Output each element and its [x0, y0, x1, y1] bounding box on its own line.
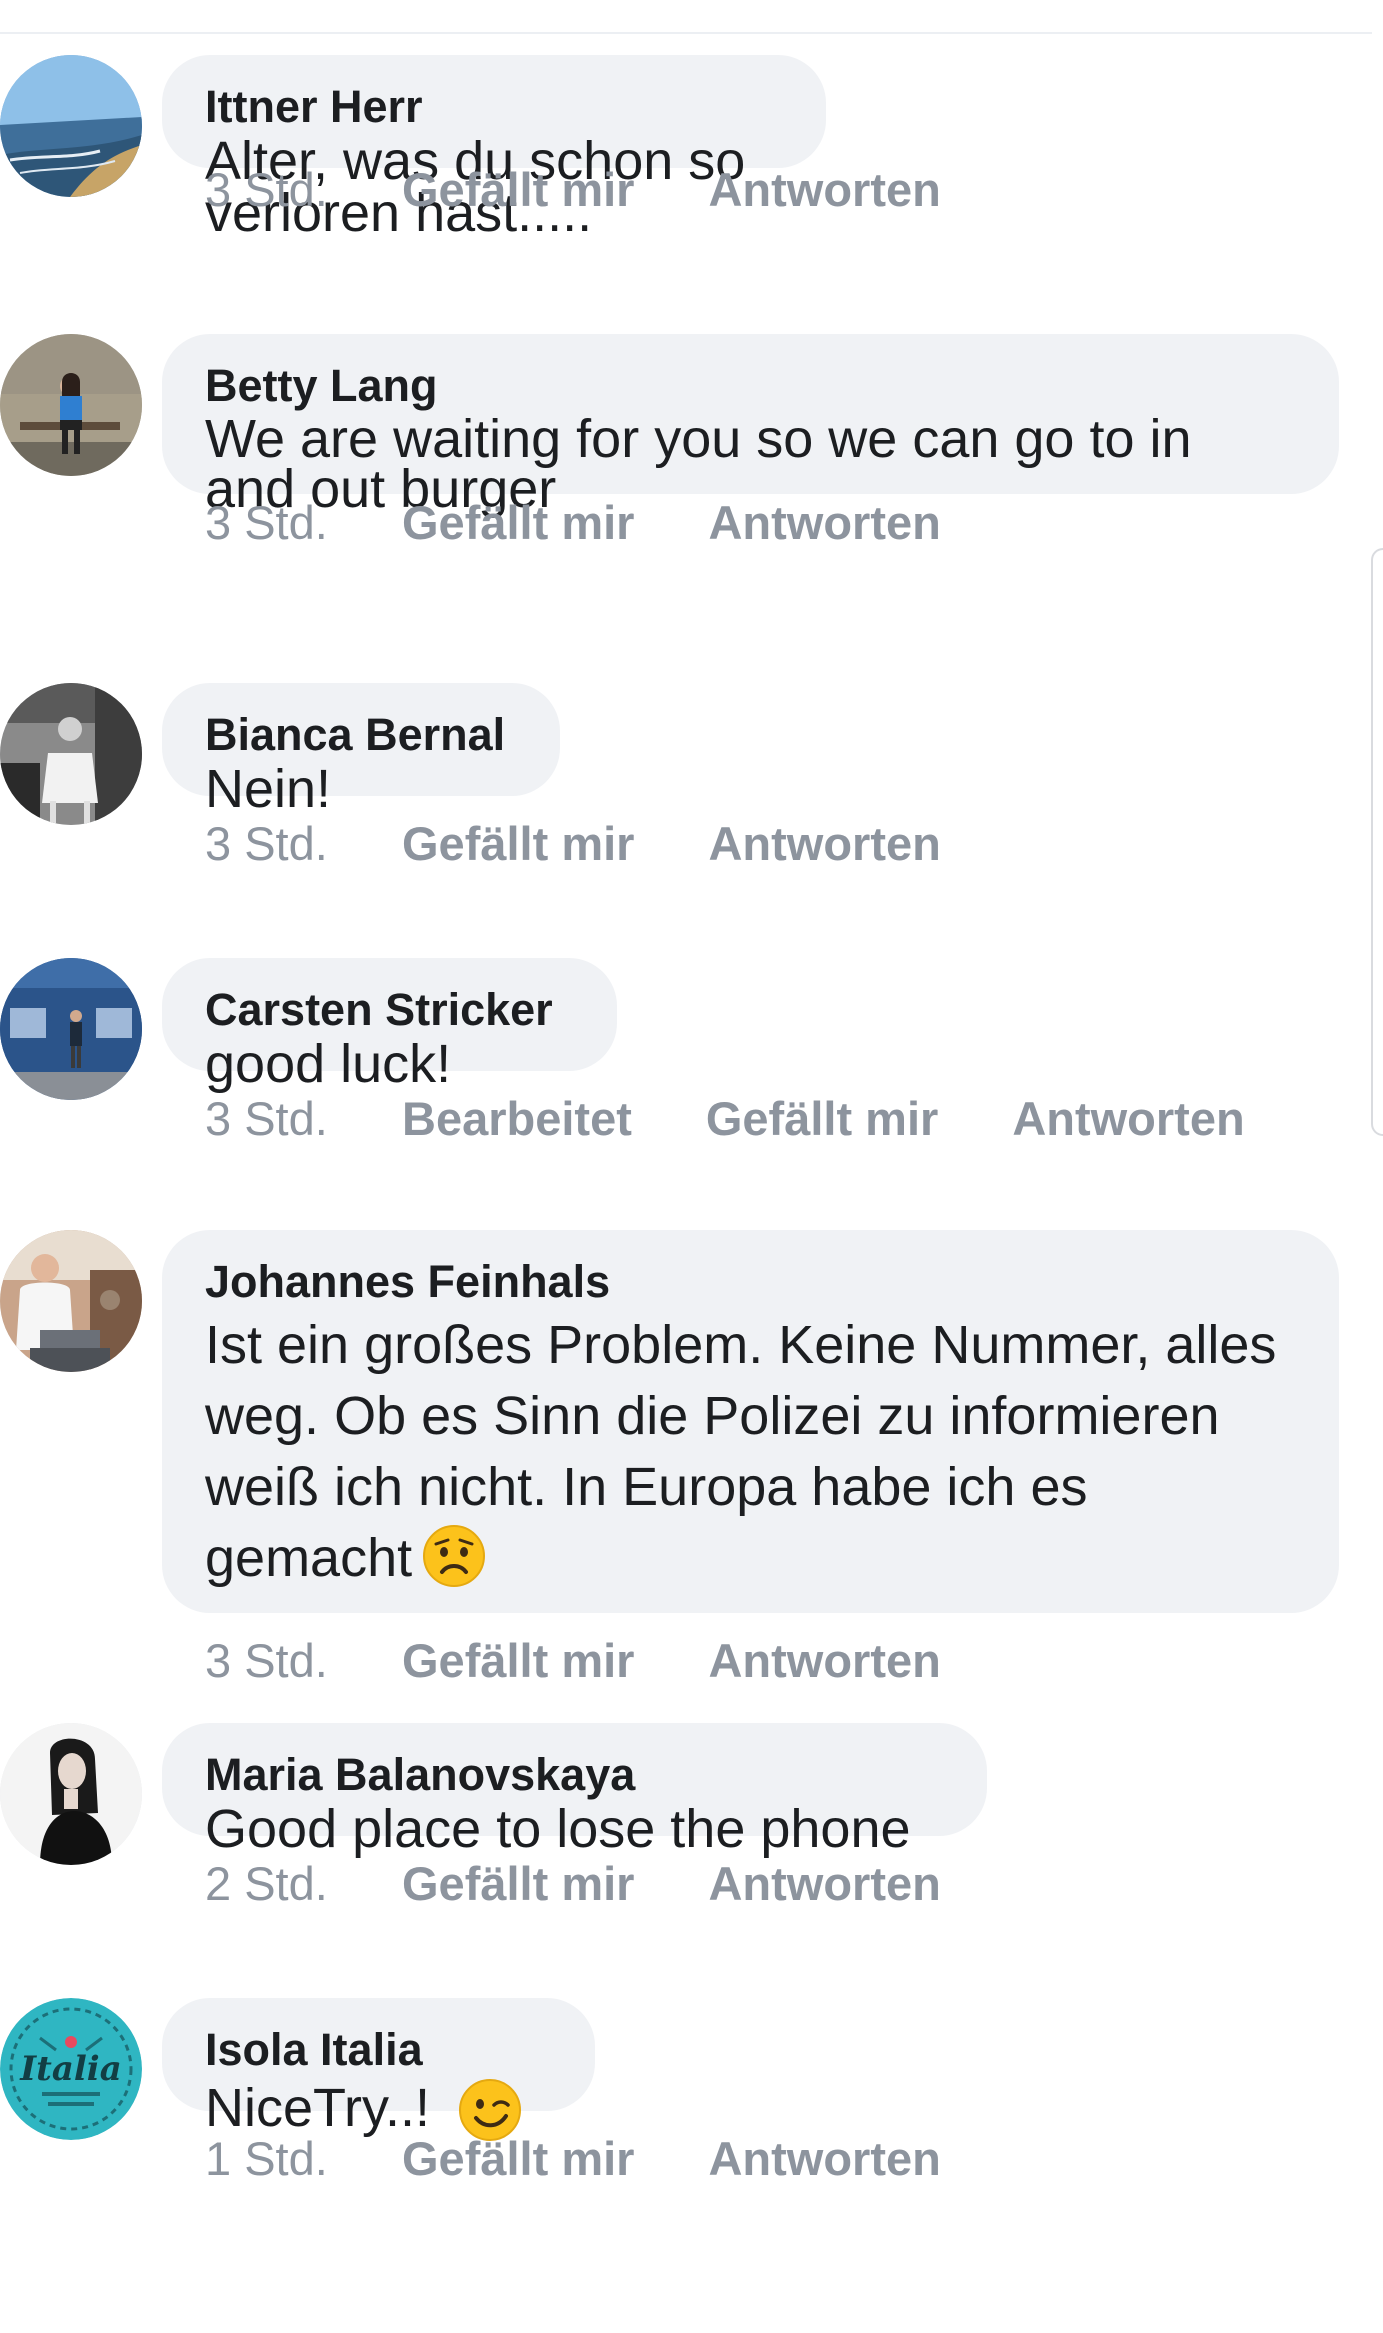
- logo-text: Italia: [19, 2049, 122, 2089]
- like-button[interactable]: Gefällt mir: [402, 1633, 634, 1688]
- comment-bubble: Carsten Stricker good luck!: [162, 958, 617, 1091]
- comment-time[interactable]: 3 Std.: [205, 162, 402, 217]
- chef-kitchen-avatar-image: [0, 1230, 142, 1372]
- avatar[interactable]: [0, 1723, 142, 1865]
- comment-author[interactable]: Ittner Herr: [205, 79, 783, 135]
- comment-text: Ist ein großes Problem. Keine Nummer, al…: [205, 1310, 1296, 1594]
- comment-bubble: Bianca Bernal Nein!: [162, 683, 560, 816]
- comment-actions: 3 Std. Gefällt mir Antworten: [205, 492, 1015, 552]
- like-button[interactable]: Gefällt mir: [402, 1856, 634, 1911]
- reply-button[interactable]: Antworten: [708, 1633, 940, 1688]
- woman-on-bench-avatar-image: [0, 334, 142, 476]
- reply-button[interactable]: Antworten: [708, 162, 940, 217]
- comment-author[interactable]: Johannes Feinhals: [205, 1254, 1296, 1310]
- beach-coast-avatar-image: [0, 55, 142, 197]
- avatar[interactable]: Italia: [0, 1998, 142, 2140]
- reply-button[interactable]: Antworten: [708, 816, 940, 871]
- comment-thread: Ittner Herr Alter, was du schon so verlo…: [0, 0, 1383, 2333]
- like-button[interactable]: Gefällt mir: [402, 495, 634, 550]
- comment-author[interactable]: Carsten Stricker: [205, 982, 574, 1038]
- comment-time[interactable]: 3 Std.: [205, 1091, 402, 1146]
- comment-time[interactable]: 3 Std.: [205, 495, 402, 550]
- comment-actions: 3 Std. Bearbeitet Gefällt mir Antworten: [205, 1088, 1319, 1148]
- comment-author[interactable]: Isola Italia: [205, 2022, 552, 2078]
- comment-bubble: Maria Balanovskaya Good place to lose th…: [162, 1723, 987, 1856]
- reply-button[interactable]: Antworten: [708, 1856, 940, 1911]
- comment-author[interactable]: Maria Balanovskaya: [205, 1747, 944, 1803]
- comment-text-content: Ist ein großes Problem. Keine Nummer, al…: [205, 1315, 1277, 1588]
- comment-text: Good place to lose the phone: [205, 1799, 911, 1859]
- blue-building-avatar-image: [0, 958, 142, 1100]
- comment-author[interactable]: Betty Lang: [205, 358, 1296, 414]
- avatar[interactable]: [0, 55, 142, 197]
- avatar[interactable]: [0, 1230, 142, 1372]
- comment-actions: 1 Std. Gefällt mir Antworten: [205, 2128, 1015, 2188]
- comment-actions: 2 Std. Gefällt mir Antworten: [205, 1853, 1015, 1913]
- comment-text: Nein!: [205, 759, 332, 819]
- like-button[interactable]: Gefällt mir: [402, 162, 634, 217]
- scrollbar[interactable]: [1371, 548, 1383, 1136]
- woman-portrait-avatar-image: [0, 1723, 142, 1865]
- comment-bubble: Ittner Herr Alter, was du schon so verlo…: [162, 55, 826, 240]
- reply-button[interactable]: Antworten: [1012, 1091, 1244, 1146]
- comment-time[interactable]: 3 Std.: [205, 816, 402, 871]
- comment-time[interactable]: 2 Std.: [205, 1856, 402, 1911]
- comment-author[interactable]: Bianca Bernal: [205, 707, 517, 763]
- comment-bubble: Isola Italia NiceTry..!: [162, 1998, 595, 2141]
- comment-bubble: Betty Lang We are waiting for you so we …: [162, 334, 1339, 516]
- isola-italia-logo-avatar-image: Italia: [0, 1998, 142, 2140]
- reply-button[interactable]: Antworten: [708, 2131, 940, 2186]
- comment-actions: 3 Std. Gefällt mir Antworten: [205, 159, 1015, 219]
- comment-actions: 3 Std. Gefällt mir Antworten: [205, 1630, 1015, 1690]
- black-white-photo-avatar-image: [0, 683, 142, 825]
- comment-actions: 3 Std. Gefällt mir Antworten: [205, 813, 1015, 873]
- top-divider: [0, 32, 1372, 34]
- comment-time[interactable]: 1 Std.: [205, 2131, 402, 2186]
- avatar[interactable]: [0, 683, 142, 825]
- reply-button[interactable]: Antworten: [708, 495, 940, 550]
- like-button[interactable]: Gefällt mir: [402, 816, 634, 871]
- like-button[interactable]: Gefällt mir: [706, 1091, 938, 1146]
- avatar[interactable]: [0, 958, 142, 1100]
- avatar[interactable]: [0, 334, 142, 476]
- worried-face-emoji-icon: [422, 1524, 486, 1588]
- comment-time[interactable]: 3 Std.: [205, 1633, 402, 1688]
- comment-bubble: Johannes Feinhals Ist ein großes Problem…: [162, 1230, 1339, 1613]
- edited-label: Bearbeitet: [402, 1091, 632, 1145]
- like-button[interactable]: Gefällt mir: [402, 2131, 634, 2186]
- comment-text: good luck!: [205, 1034, 452, 1094]
